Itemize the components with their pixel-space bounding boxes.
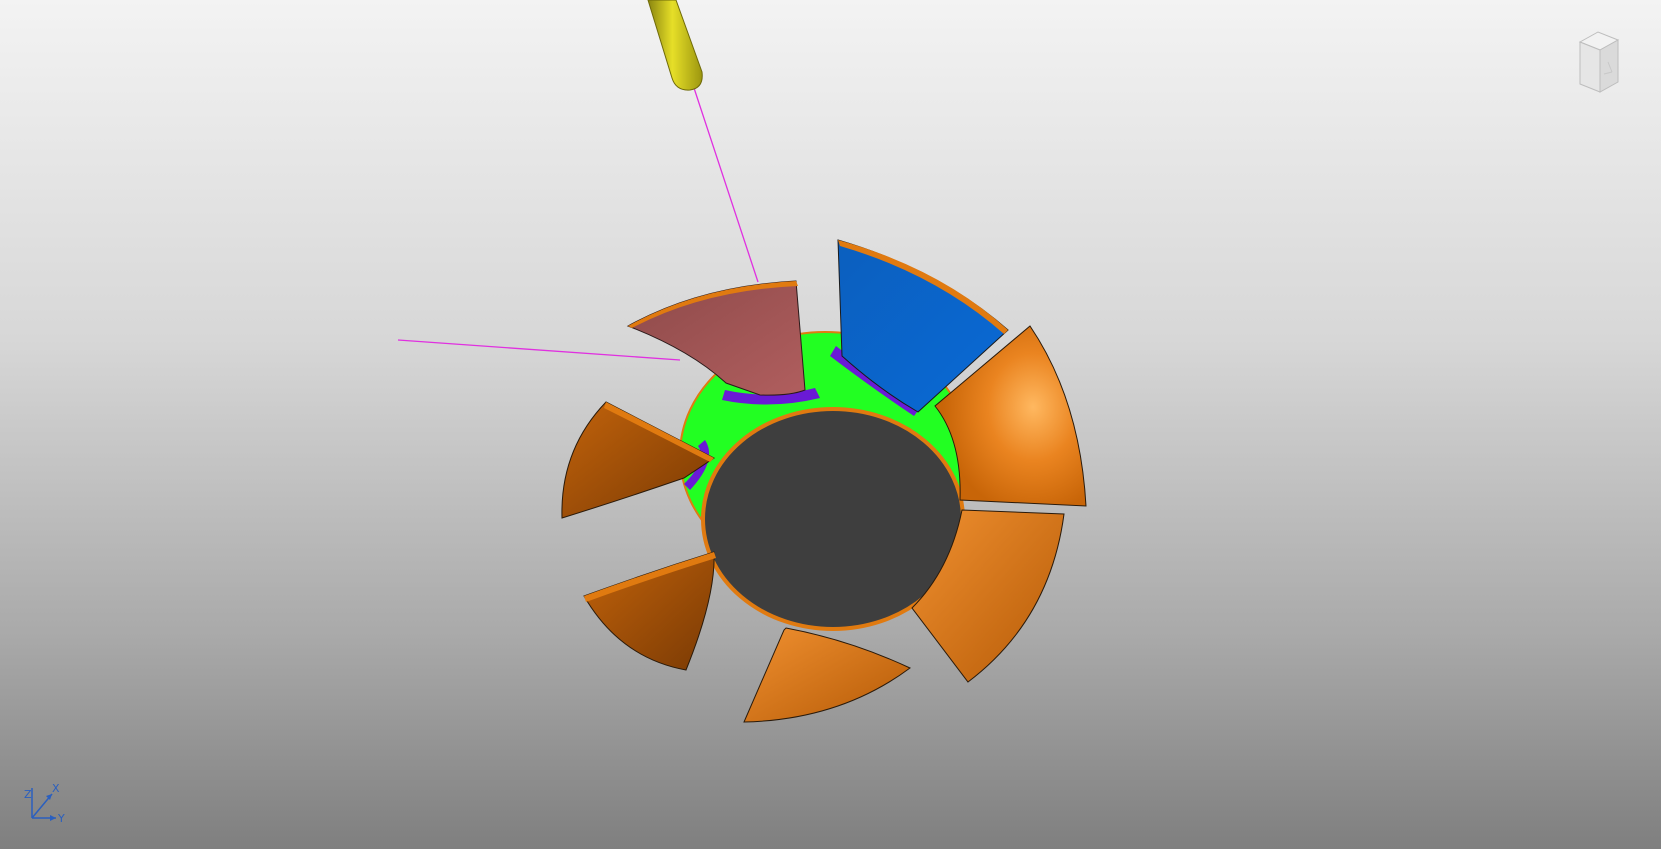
3d-viewport[interactable]: Z Y X xyxy=(0,0,1661,849)
axis-z-label: Z xyxy=(24,788,32,801)
cutting-tool[interactable] xyxy=(647,0,703,91)
blade-bottom[interactable] xyxy=(743,627,911,723)
axis-triad: Z Y X xyxy=(24,782,65,825)
scene[interactable]: Z Y X xyxy=(0,0,1661,849)
axis-x-label: X xyxy=(52,782,60,795)
blade-bottom-left[interactable] xyxy=(583,551,715,671)
axis-y-label: Y xyxy=(57,812,65,825)
view-cube-icon[interactable] xyxy=(1578,31,1620,93)
